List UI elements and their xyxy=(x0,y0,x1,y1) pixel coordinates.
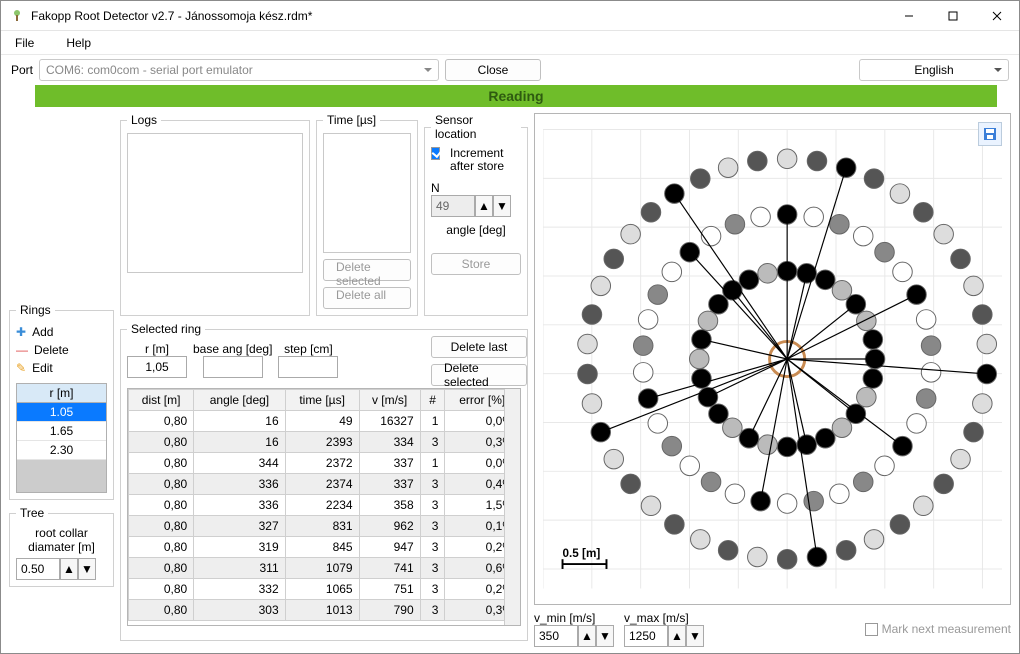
time-group: Time [µs] Delete selected Delete all xyxy=(316,113,418,316)
minimize-button[interactable] xyxy=(887,1,931,30)
vmin-down[interactable]: ▼ xyxy=(596,625,614,647)
sensor-n-down[interactable]: ▼ xyxy=(493,195,511,217)
reading-status-bar: Reading xyxy=(35,85,997,107)
menubar: File Help xyxy=(1,31,1019,55)
time-delete-selected[interactable]: Delete selected xyxy=(323,259,411,281)
tree-diameter-down[interactable]: ▼ xyxy=(78,558,96,580)
port-label: Port xyxy=(11,63,33,77)
delete-selected-row-button[interactable]: Delete selected xyxy=(431,364,527,386)
close-port-button[interactable]: Close xyxy=(445,59,541,81)
add-ring-button[interactable]: ✚Add xyxy=(16,323,107,341)
vmin-input[interactable] xyxy=(534,625,578,647)
step-input[interactable] xyxy=(278,356,338,378)
r-input[interactable] xyxy=(127,356,187,378)
ring-row[interactable]: 1.05 xyxy=(17,403,106,422)
time-list[interactable] xyxy=(323,133,411,253)
logs-textarea[interactable] xyxy=(127,133,303,273)
table-scrollbar[interactable] xyxy=(504,389,520,625)
store-button[interactable]: Store xyxy=(431,253,521,275)
language-combo[interactable]: English xyxy=(859,59,1009,81)
delete-last-button[interactable]: Delete last xyxy=(431,336,527,358)
ring-row[interactable]: 1.65 xyxy=(17,422,106,441)
baseang-input[interactable] xyxy=(203,356,263,378)
port-combo[interactable]: COM6: com0com - serial port emulator xyxy=(39,59,439,81)
tree-group: Tree root collar diamater [m] ▲▼ xyxy=(9,506,114,587)
menu-file[interactable]: File xyxy=(9,34,40,52)
visualization-canvas[interactable]: 0.5 [m] xyxy=(534,113,1011,605)
mark-next-checkbox[interactable] xyxy=(865,623,878,636)
edit-ring-button[interactable]: ✎Edit xyxy=(16,359,107,377)
sensor-group: Sensor location Increment after store N … xyxy=(424,113,528,316)
ring-row[interactable]: 2.30 xyxy=(17,441,106,460)
titlebar: Fakopp Root Detector v2.7 - Jánossomoja … xyxy=(1,1,1019,31)
tree-diameter-label: root collar diamater [m] xyxy=(16,526,107,554)
vmin-up[interactable]: ▲ xyxy=(578,625,596,647)
save-icon[interactable] xyxy=(978,122,1002,146)
rings-group: Rings ✚Add —Delete ✎Edit r [m] 1.05 1.65… xyxy=(9,303,114,500)
maximize-button[interactable] xyxy=(931,1,975,30)
vmax-input[interactable] xyxy=(624,625,668,647)
delete-ring-button[interactable]: —Delete xyxy=(16,341,107,359)
svg-text:0.5 [m]: 0.5 [m] xyxy=(563,547,601,560)
sensor-n-input[interactable] xyxy=(431,195,475,217)
logs-group: Logs xyxy=(120,113,310,316)
sensor-n-up[interactable]: ▲ xyxy=(475,195,493,217)
increment-checkbox[interactable] xyxy=(431,147,440,160)
window-title: Fakopp Root Detector v2.7 - Jánossomoja … xyxy=(31,9,887,23)
tree-diameter-up[interactable]: ▲ xyxy=(60,558,78,580)
app-icon xyxy=(9,8,25,24)
tree-diameter-input[interactable] xyxy=(16,558,60,580)
data-table[interactable]: dist [m]angle [deg]time [µs]v [m/s]#erro… xyxy=(127,388,521,626)
close-window-button[interactable] xyxy=(975,1,1019,30)
vmax-up[interactable]: ▲ xyxy=(668,625,686,647)
time-delete-all[interactable]: Delete all xyxy=(323,287,411,309)
ring-list[interactable]: r [m] 1.05 1.65 2.30 xyxy=(16,383,107,493)
selected-ring-group: Selected ring Delete last Delete selecte… xyxy=(120,322,528,641)
vmax-down[interactable]: ▼ xyxy=(686,625,704,647)
menu-help[interactable]: Help xyxy=(60,34,97,52)
